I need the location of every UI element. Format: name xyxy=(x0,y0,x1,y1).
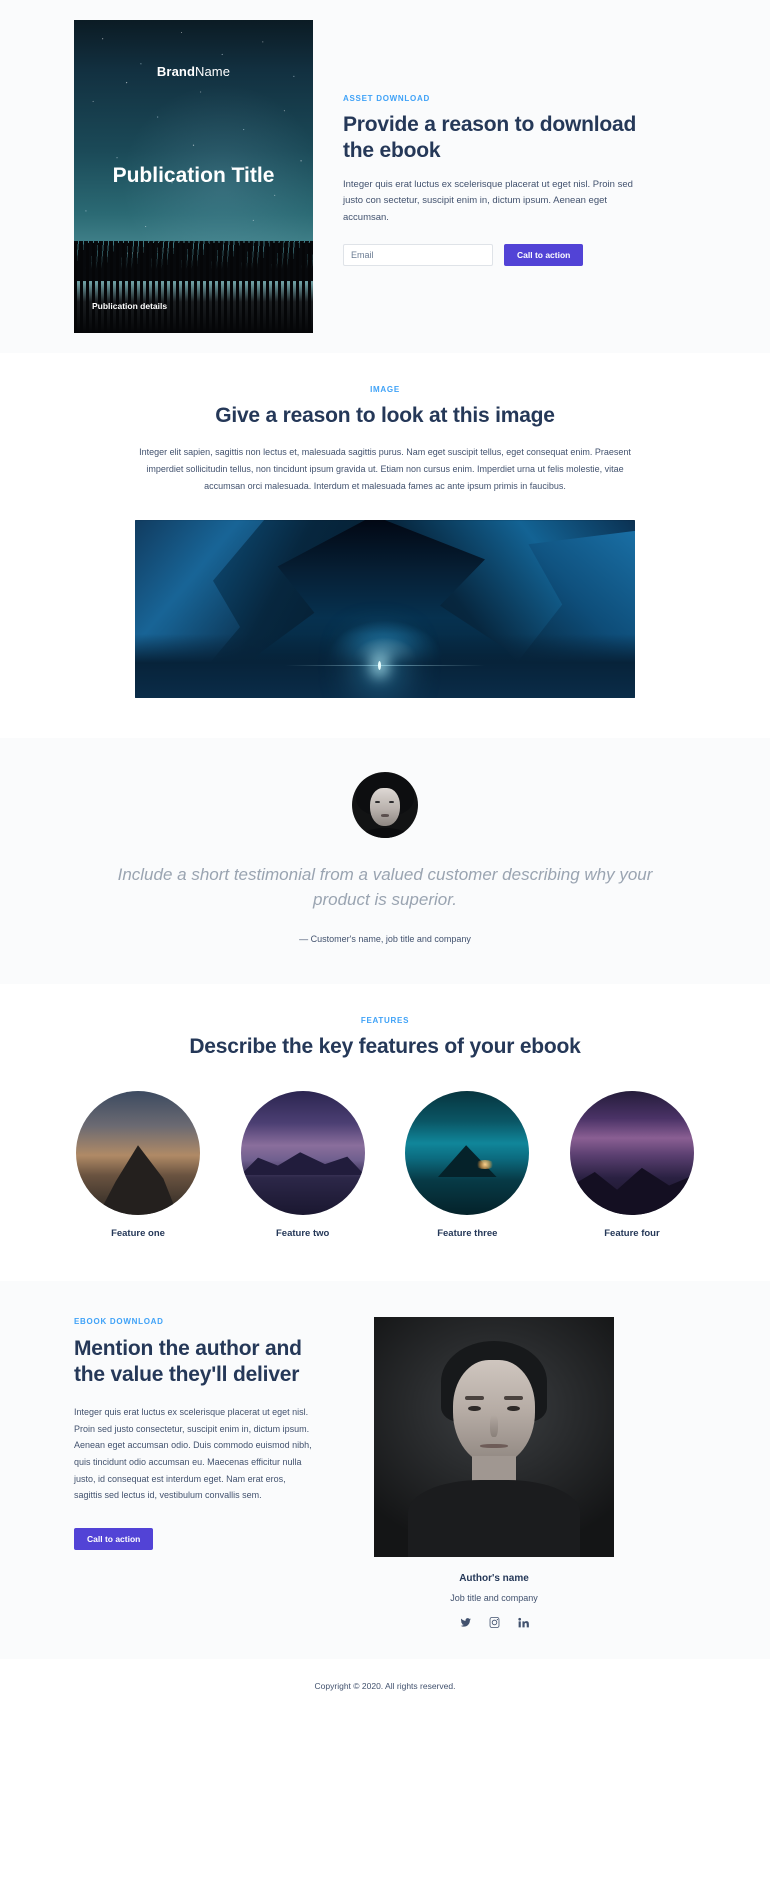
feature-photo xyxy=(135,520,635,699)
author-profile: Author's name Job title and company xyxy=(374,1316,614,1629)
portrait-torso-decoration xyxy=(407,1479,581,1557)
light-beam-decoration xyxy=(285,665,485,667)
avatar-left-eye-decoration xyxy=(375,800,380,804)
image-section-body-text: Integer elit sapien, sagittis non lectus… xyxy=(139,447,631,491)
features-eyebrow: FEATURES xyxy=(360,1016,410,1026)
portrait-left-eye-decoration xyxy=(467,1405,481,1412)
testimonial-section: Include a short testimonial from a value… xyxy=(0,738,770,985)
brand-light-text: Name xyxy=(194,64,231,79)
author-heading: Mention the author and the value they'll… xyxy=(74,1336,302,1386)
email-signup-form: Call to action xyxy=(343,244,643,267)
avatar-mouth-decoration xyxy=(381,814,389,818)
feature-four-label: Feature four xyxy=(604,1227,660,1239)
linkedin-icon[interactable] xyxy=(517,1616,530,1629)
author-job-title: Job title and company xyxy=(450,1592,538,1603)
author-section: EBOOK DOWNLOAD Mention the author and th… xyxy=(0,1280,770,1659)
feature-item-three[interactable]: Feature three xyxy=(403,1090,531,1239)
portrait-nose-decoration xyxy=(490,1415,498,1437)
author-eyebrow: EBOOK DOWNLOAD xyxy=(74,1316,164,1326)
page-footer: Copyright © 2020. All rights reserved. xyxy=(0,1658,770,1715)
feature-item-one[interactable]: Feature one xyxy=(74,1090,202,1239)
cover-publication-title: Publication Title xyxy=(112,164,275,187)
avatar-shoulders-decoration xyxy=(359,827,411,839)
portrait-face-decoration xyxy=(453,1359,535,1466)
feature-four-image xyxy=(569,1090,694,1215)
testimonial-quote: Include a short testimonial from a value… xyxy=(117,865,653,909)
feature-two-label: Feature two xyxy=(276,1227,330,1239)
feature-three-image xyxy=(405,1090,530,1215)
author-call-to-action-button[interactable]: Call to action xyxy=(74,1528,154,1551)
image-section-heading: Give a reason to look at this image xyxy=(215,404,555,427)
portrait-right-brow-decoration xyxy=(503,1395,523,1400)
author-name: Author's name xyxy=(459,1572,529,1584)
testimonial-attribution: — Customer's name, job title and company xyxy=(299,934,471,945)
portrait-left-brow-decoration xyxy=(465,1395,485,1400)
hero-heading: Provide a reason to download the ebook xyxy=(343,113,637,163)
ebook-cover-image: BrandName Publication Title Publication … xyxy=(74,20,313,333)
portrait-mouth-decoration xyxy=(479,1443,509,1449)
twitter-icon[interactable] xyxy=(459,1616,472,1629)
hero-content: ASSET DOWNLOAD Provide a reason to downl… xyxy=(343,20,643,267)
hero-section: BrandName Publication Title Publication … xyxy=(0,0,770,353)
feature-one-label: Feature one xyxy=(111,1227,165,1239)
near-treeline-decoration xyxy=(74,243,313,333)
hero-eyebrow: ASSET DOWNLOAD xyxy=(343,94,430,103)
feature-three-label: Feature three xyxy=(437,1227,498,1239)
features-section: FEATURES Describe the key features of yo… xyxy=(0,984,770,1281)
avatar-face-decoration xyxy=(370,788,400,827)
avatar xyxy=(352,772,418,839)
avatar-right-eye-decoration xyxy=(388,800,394,804)
feature-two-image xyxy=(240,1090,365,1215)
feature-item-two[interactable]: Feature two xyxy=(239,1090,367,1239)
image-section-eyebrow: IMAGE xyxy=(370,385,400,394)
instagram-icon[interactable] xyxy=(488,1616,501,1629)
hero-body-text: Integer quis erat luctus ex scelerisque … xyxy=(343,178,633,223)
cover-publication-details: Publication details xyxy=(92,301,168,311)
feature-one-image xyxy=(76,1090,200,1215)
copyright-text: Copyright © 2020. All rights reserved. xyxy=(314,1680,456,1691)
features-list: Feature one Feature two Feature three Fe… xyxy=(74,1090,696,1239)
hero-call-to-action-button[interactable]: Call to action xyxy=(504,244,584,267)
landing-page: BrandName Publication Title Publication … xyxy=(0,0,770,1715)
email-input[interactable] xyxy=(343,244,493,267)
cover-brand-logo: BrandName xyxy=(74,64,313,79)
lamp-glow-decoration xyxy=(377,660,381,670)
feature-item-four[interactable]: Feature four xyxy=(568,1090,696,1239)
social-links xyxy=(374,1616,614,1629)
image-section: IMAGE Give a reason to look at this imag… xyxy=(0,353,770,739)
features-heading: Describe the key features of your ebook xyxy=(189,1035,581,1059)
author-content: EBOOK DOWNLOAD Mention the author and th… xyxy=(74,1316,314,1551)
author-body-text: Integer quis erat luctus ex scelerisque … xyxy=(74,1407,312,1501)
author-portrait-image xyxy=(374,1316,614,1557)
brand-bold-text: Brand xyxy=(156,64,195,79)
